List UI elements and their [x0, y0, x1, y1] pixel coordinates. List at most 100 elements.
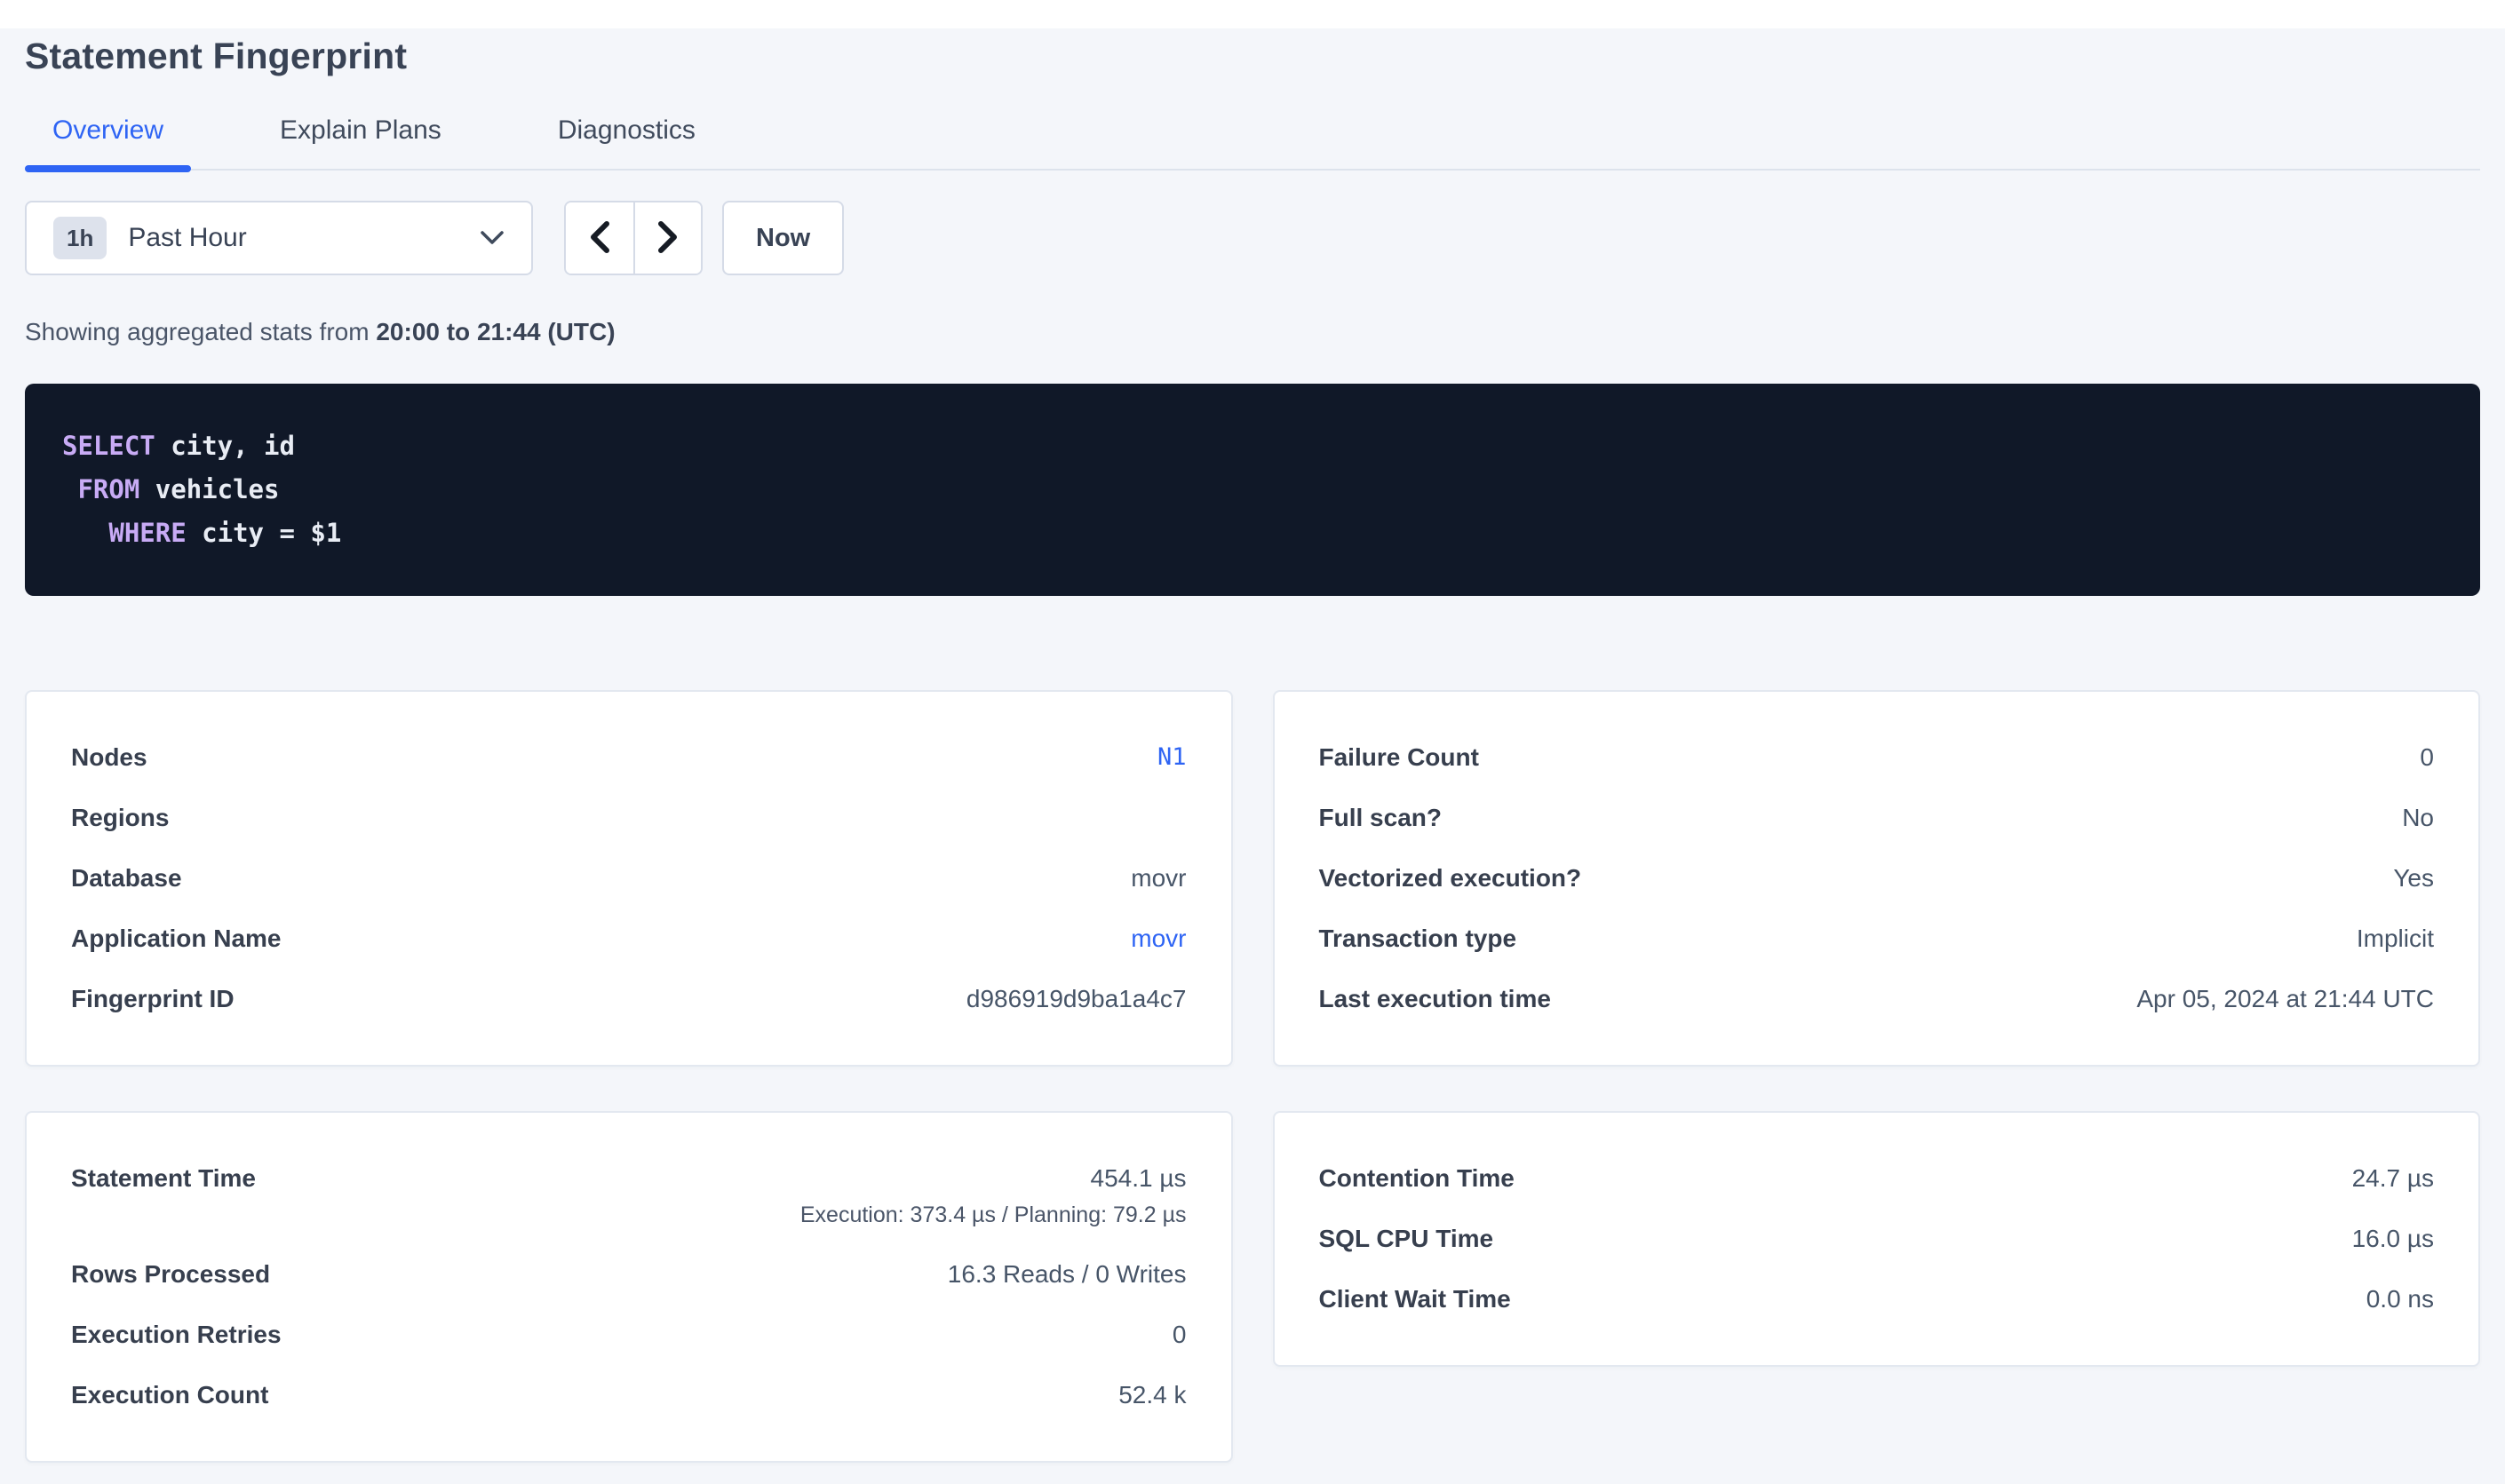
sql-line: WHERE city = $1 — [62, 512, 2443, 555]
stat-value: Yes — [2393, 865, 2434, 892]
sql-keyword: WHERE — [108, 518, 186, 548]
stat-value-wrap: 0 — [2420, 744, 2434, 771]
stat-value-wrap: No — [2402, 805, 2434, 831]
stat-row: Full scan? No — [1319, 788, 2435, 848]
stat-value-wrap: 454.1 µs Execution: 373.4 µs / Planning: … — [800, 1165, 1187, 1227]
stat-label: Statement Time — [71, 1165, 256, 1192]
caption-time-range: 20:00 to 21:44 (UTC) — [376, 318, 615, 345]
stat-value-wrap: 52.4 k — [1118, 1382, 1186, 1409]
stat-value-link[interactable]: N1 — [1157, 744, 1187, 771]
stat-row: Fingerprint ID d986919d9ba1a4c7 — [71, 969, 1187, 1029]
stat-value-wrap: Yes — [2393, 865, 2434, 892]
stat-subvalue: Execution: 373.4 µs / Planning: 79.2 µs — [800, 1202, 1187, 1227]
sql-text — [62, 518, 108, 548]
stat-value-wrap: 24.7 µs — [2352, 1165, 2434, 1192]
sql-statement-box: SELECT city, id FROM vehicles WHERE city… — [25, 384, 2480, 596]
tab-diagnostics[interactable]: Diagnostics — [530, 115, 723, 169]
execution-attributes-card: Failure Count 0 Full scan? No Vectorized exe… — [1273, 690, 2481, 1067]
header-strip — [0, 0, 2505, 28]
stat-value-wrap: Apr 05, 2024 at 21:44 UTC — [2136, 986, 2434, 1012]
stat-label: Full scan? — [1319, 805, 1442, 831]
stat-value: d986919d9ba1a4c7 — [966, 986, 1187, 1012]
stat-value-wrap: Implicit — [2357, 925, 2434, 952]
page-content: Statement Fingerprint Overview Explain Pl… — [0, 36, 2505, 1484]
summary-cards: NodesN1RegionsDatabasemovrApplication Na… — [25, 690, 2480, 1463]
wait-time-stats-card: Contention Time 24.7 µs SQL CPU Time16.0 µ… — [1273, 1111, 2481, 1367]
stat-value-link[interactable]: movr — [1131, 925, 1186, 952]
stat-label: Application Name — [71, 925, 281, 952]
stat-label: Database — [71, 865, 182, 892]
stat-value: 0 — [1173, 1321, 1187, 1348]
aggregated-stats-caption: Showing aggregated stats from 20:00 to 2… — [25, 318, 2480, 346]
time-range-picker[interactable]: 1h Past Hour — [25, 201, 533, 275]
stat-row: Database movr — [71, 848, 1187, 909]
stat-row: Transaction typeImplicit — [1319, 909, 2435, 969]
chevron-right-icon — [657, 220, 679, 257]
next-interval-button[interactable] — [633, 202, 701, 274]
stat-value: 16.0 µs — [2352, 1226, 2434, 1252]
stat-label: Nodes — [71, 744, 147, 771]
stat-value-wrap: movr — [1131, 925, 1186, 952]
time-controls: 1h Past Hour — [25, 201, 2480, 275]
stat-value: 16.3 Reads / 0 Writes — [948, 1261, 1187, 1288]
sql-line: SELECT city, id — [62, 425, 2443, 468]
stat-row: Application Name movr — [71, 909, 1187, 969]
sql-text: city = $1 — [187, 518, 342, 548]
statement-details-card: NodesN1RegionsDatabasemovrApplication Na… — [25, 690, 1233, 1067]
previous-interval-button[interactable] — [566, 202, 633, 274]
stat-value-wrap: 16.3 Reads / 0 Writes — [948, 1261, 1187, 1288]
statement-fingerprint-page: Statement Fingerprint Overview Explain Pl… — [0, 0, 2505, 1484]
caption-prefix: Showing aggregated stats from — [25, 318, 376, 345]
stat-value: 0.0 ns — [2366, 1286, 2434, 1313]
stat-value: 454.1 µs — [800, 1165, 1187, 1192]
tabbar: Overview Explain Plans Diagnostics — [25, 115, 2480, 171]
stat-row: Last execution time Apr 05, 2024 at 21:44… — [1319, 969, 2435, 1029]
sql-text: vehicles — [139, 474, 279, 504]
sql-text: city, id — [155, 431, 295, 461]
stat-value: 24.7 µs — [2352, 1165, 2434, 1192]
stat-label: Rows Processed — [71, 1261, 270, 1288]
stat-label: Vectorized execution? — [1319, 865, 1582, 892]
now-button[interactable]: Now — [722, 201, 844, 275]
stat-label: Failure Count — [1319, 744, 1479, 771]
stat-label: Execution Count — [71, 1382, 268, 1409]
stat-row: Nodes N1 — [71, 727, 1187, 788]
execution-stats-card: Statement Time 454.1 µs Execution: 373.4 µ… — [25, 1111, 1233, 1463]
interval-badge: 1h — [53, 217, 107, 259]
stat-value-wrap: 0 — [1173, 1321, 1187, 1348]
tab-overview[interactable]: Overview — [25, 115, 191, 169]
stat-value-wrap: d986919d9ba1a4c7 — [966, 986, 1187, 1012]
stat-value: Apr 05, 2024 at 21:44 UTC — [2136, 986, 2434, 1012]
stat-row: Failure Count 0 — [1319, 727, 2435, 788]
sql-text — [62, 474, 77, 504]
time-range-label: Past Hour — [128, 223, 246, 253]
stat-label: Regions — [71, 805, 169, 831]
stat-value: No — [2402, 805, 2434, 831]
chevron-down-icon — [480, 230, 505, 246]
stat-row: SQL CPU Time16.0 µs — [1319, 1209, 2435, 1269]
sql-keyword: FROM — [77, 474, 139, 504]
stat-value: movr — [1131, 865, 1186, 892]
stat-label: Last execution time — [1319, 986, 1551, 1012]
stat-label: Client Wait Time — [1319, 1286, 1511, 1313]
stat-row: Regions — [71, 788, 1187, 848]
stat-row: Execution Retries 0 — [71, 1305, 1187, 1365]
stat-row: Execution Count 52.4 k — [71, 1365, 1187, 1425]
sql-keyword: SELECT — [62, 431, 155, 461]
stat-label: Execution Retries — [71, 1321, 282, 1348]
page-title: Statement Fingerprint — [25, 36, 2480, 76]
time-pager — [564, 201, 703, 275]
stat-row: Vectorized execution? Yes — [1319, 848, 2435, 909]
stat-row: Contention Time 24.7 µs — [1319, 1148, 2435, 1209]
stat-value: 0 — [2420, 744, 2434, 771]
stat-value: Implicit — [2357, 925, 2434, 952]
tab-explain-plans[interactable]: Explain Plans — [252, 115, 469, 169]
stat-row: Rows Processed 16.3 Reads / 0 Writes — [71, 1244, 1187, 1305]
stat-row: Client Wait Time 0.0 ns — [1319, 1269, 2435, 1329]
sql-statement: SELECT city, id FROM vehicles WHERE city… — [62, 425, 2443, 555]
stat-row: Statement Time 454.1 µs Execution: 373.4 µ… — [71, 1148, 1187, 1244]
stat-value-wrap: N1 — [1157, 744, 1187, 771]
chevron-left-icon — [589, 220, 610, 257]
stat-label: Fingerprint ID — [71, 986, 235, 1012]
stat-label: Contention Time — [1319, 1165, 1515, 1192]
